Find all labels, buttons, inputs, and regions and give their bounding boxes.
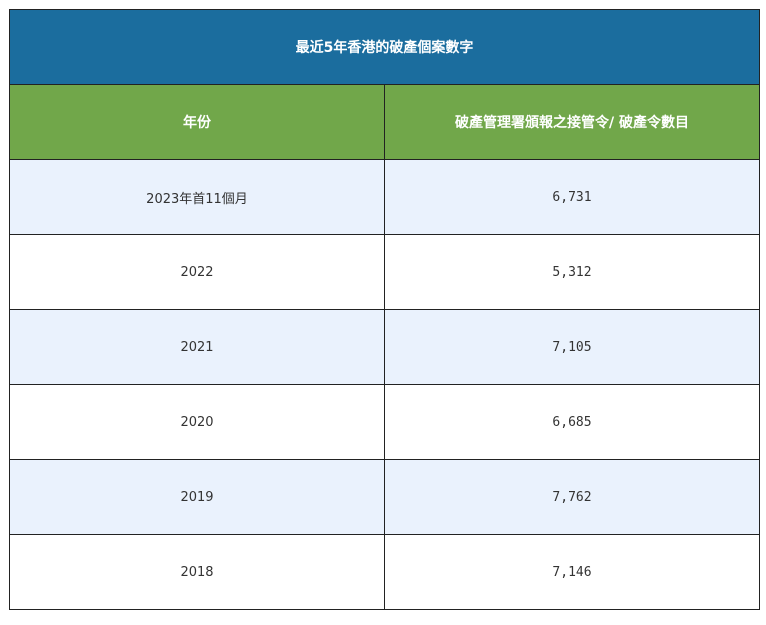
cell-count: 7,762 xyxy=(384,459,760,535)
table-row: 2021 7,105 xyxy=(9,309,760,385)
bankruptcy-table-container: 最近5年香港的破產個案數字 年份 破產管理署頒報之接管令/ 破產令數目 2023… xyxy=(9,9,760,610)
table-header-row: 年份 破產管理署頒報之接管令/ 破產令數目 xyxy=(9,84,760,160)
table-row: 2023年首11個月 6,731 xyxy=(9,159,760,235)
cell-count: 5,312 xyxy=(384,234,760,310)
table-row: 2022 5,312 xyxy=(9,234,760,310)
cell-year: 2020 xyxy=(9,384,385,460)
cell-year: 2022 xyxy=(9,234,385,310)
table-row: 2018 7,146 xyxy=(9,534,760,610)
table-row: 2019 7,762 xyxy=(9,459,760,535)
column-header-year: 年份 xyxy=(9,84,385,160)
table-title-row: 最近5年香港的破產個案數字 xyxy=(9,9,760,85)
bankruptcy-table: 最近5年香港的破產個案數字 年份 破產管理署頒報之接管令/ 破產令數目 2023… xyxy=(9,9,760,610)
cell-count: 7,146 xyxy=(384,534,760,610)
cell-count: 6,731 xyxy=(384,159,760,235)
cell-count: 6,685 xyxy=(384,384,760,460)
cell-count: 7,105 xyxy=(384,309,760,385)
cell-year: 2023年首11個月 xyxy=(9,159,385,235)
table-title: 最近5年香港的破產個案數字 xyxy=(9,9,760,85)
cell-year: 2021 xyxy=(9,309,385,385)
cell-year: 2019 xyxy=(9,459,385,535)
table-row: 2020 6,685 xyxy=(9,384,760,460)
column-header-count: 破產管理署頒報之接管令/ 破產令數目 xyxy=(384,84,760,160)
cell-year: 2018 xyxy=(9,534,385,610)
